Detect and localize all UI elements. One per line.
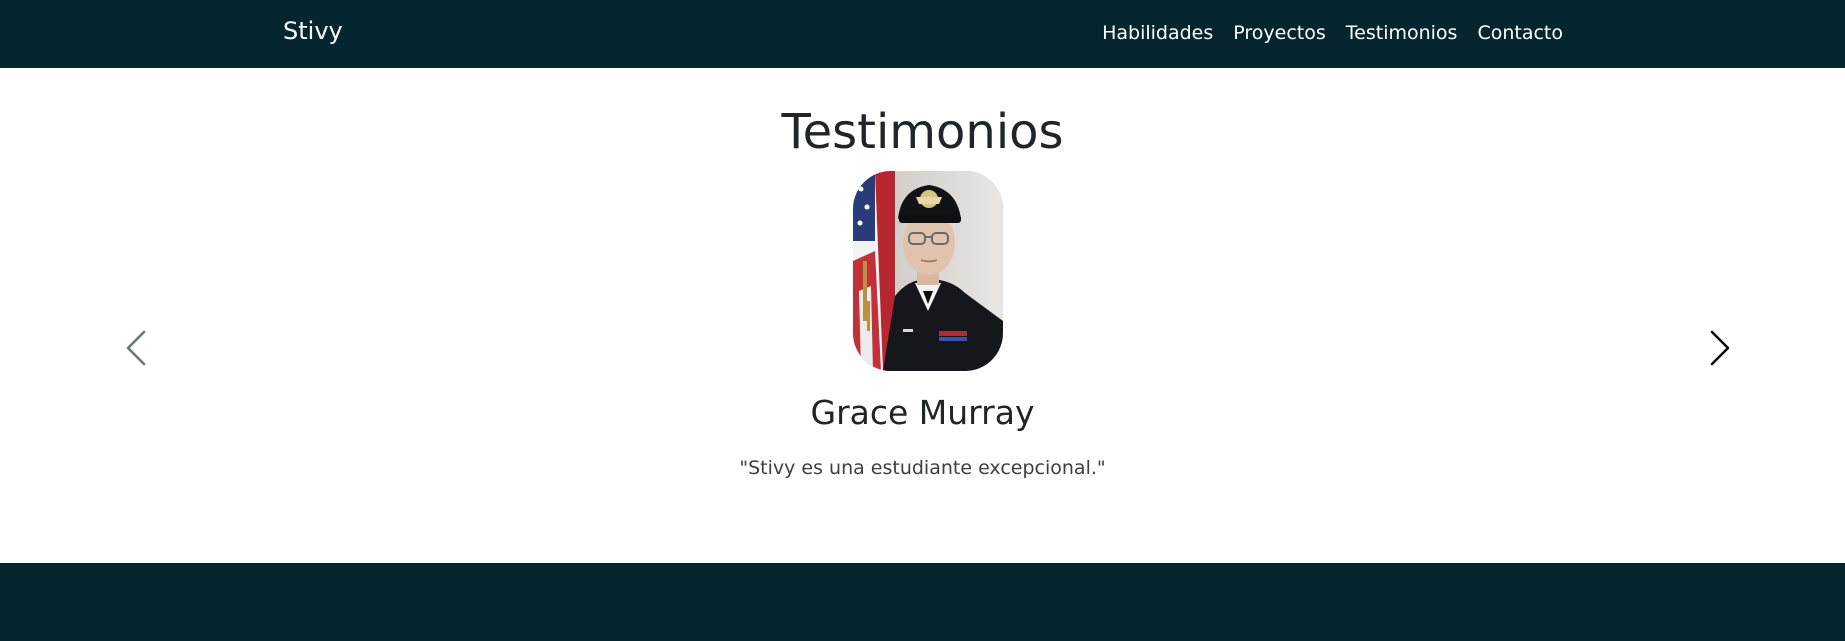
carousel-next-button[interactable] [1700,318,1740,378]
testimonials-section: Testimonios Grace Murray "Stivy es una e… [0,68,1845,563]
navbar: Stivy Habilidades Proyectos Testimonios … [0,0,1845,68]
carousel-prev-button[interactable] [116,318,156,378]
brand-logo[interactable]: Stivy [283,17,343,45]
footer [0,563,1845,641]
testimonial-name: Grace Murray [810,393,1035,432]
chevron-right-icon [1710,330,1730,366]
nav-link-testimonios[interactable]: Testimonios [1346,22,1458,44]
testimonials-carousel: Testimonios Grace Murray "Stivy es una e… [0,68,1845,563]
nav-link-habilidades[interactable]: Habilidades [1102,22,1213,44]
nav-link-contacto[interactable]: Contacto [1477,22,1563,44]
testimonial-quote: "Stivy es una estudiante excepcional." [739,457,1106,479]
nav-links: Habilidades Proyectos Testimonios Contac… [1102,22,1563,44]
portrait-photo [853,171,1003,371]
testimonial-photo [853,171,1003,371]
carousel-slide: Grace Murray "Stivy es una estudiante ex… [0,68,1845,563]
chevron-left-icon [126,330,146,366]
nav-link-proyectos[interactable]: Proyectos [1233,22,1326,44]
